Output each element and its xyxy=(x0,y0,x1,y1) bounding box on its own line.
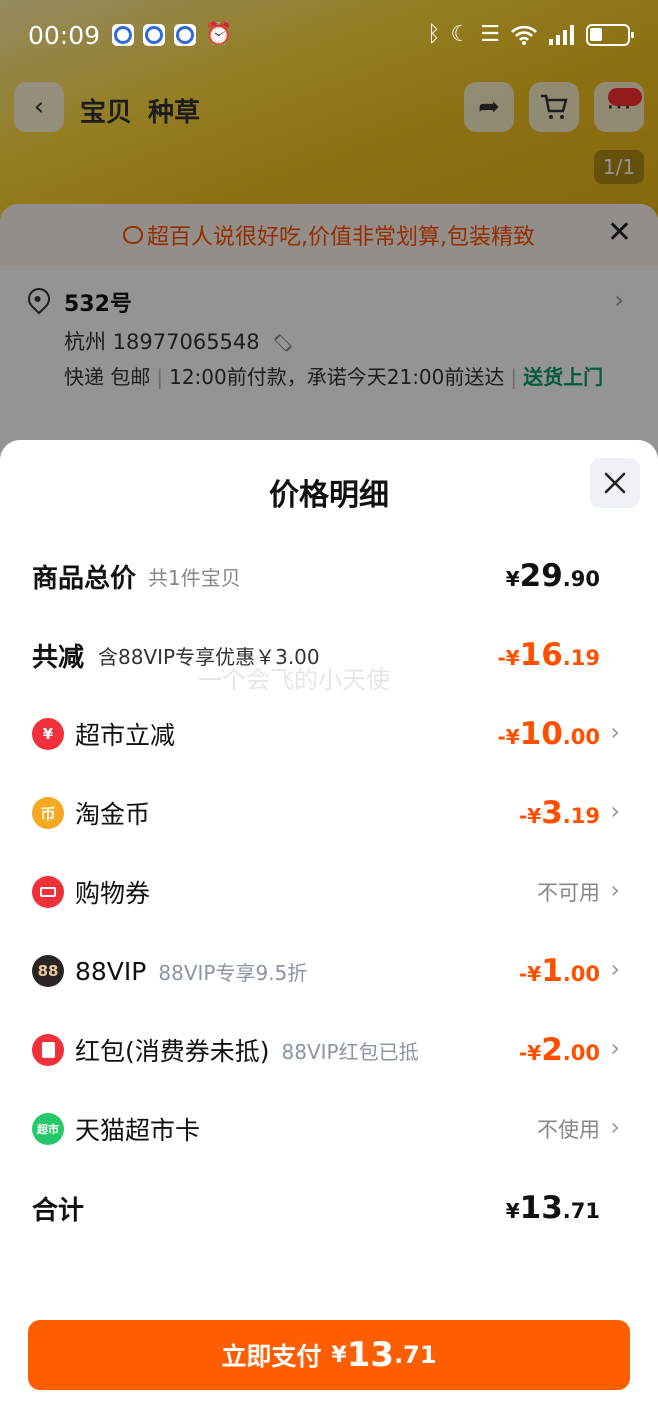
row-label: 超市立减 xyxy=(75,721,176,750)
row-tmall-card[interactable]: 超市 天猫超市卡 不使用 › xyxy=(0,1099,658,1159)
chevron-right-icon: › xyxy=(610,955,620,983)
row-amount: ¥29.90 xyxy=(505,558,600,594)
row-sub: 共1件宝贝 xyxy=(148,565,241,590)
close-icon xyxy=(604,472,626,494)
yuan-discount-icon: ¥ xyxy=(32,718,64,750)
vibrate-icon: ☰ xyxy=(480,22,500,47)
price-detail-sheet: 价格明细 商品总价 共1件宝贝 ¥29.90 共减 含88VIP专享优惠￥3.0… xyxy=(0,440,658,1416)
row-status: 不可用 xyxy=(537,881,600,905)
row-taobao-coins[interactable]: 币 淘金币 -¥ 3.19 › xyxy=(0,783,658,843)
row-amount: -¥ 16.19 xyxy=(497,637,600,673)
pay-currency: ¥ xyxy=(331,1342,347,1368)
row-amount: -¥ 10.00 xyxy=(497,716,600,752)
row-amount: -¥ 1.00 xyxy=(519,953,600,989)
row-label: 共减 xyxy=(32,642,85,673)
chevron-right-icon: › xyxy=(610,797,620,825)
ticket-icon xyxy=(32,876,64,908)
row-amount: ¥13.71 xyxy=(505,1190,600,1226)
row-sub: 含88VIP专享优惠￥3.00 xyxy=(98,644,320,669)
row-status: 不使用 xyxy=(537,1118,600,1142)
row-label: 合计 xyxy=(32,1195,85,1226)
row-amount: -¥ 3.19 xyxy=(519,795,600,831)
chevron-right-icon: › xyxy=(610,718,620,746)
browser-app-icon xyxy=(143,24,166,46)
status-bar: 00:09 ⏰ ᛒ ☾ ☰ xyxy=(0,0,658,70)
row-label: 天猫超市卡 xyxy=(75,1116,201,1145)
chevron-right-icon: › xyxy=(610,1113,620,1141)
chevron-right-icon: › xyxy=(610,876,620,904)
sheet-close-button[interactable] xyxy=(590,458,640,508)
row-label: 红包(消费券未抵) xyxy=(75,1037,270,1066)
row-total-discount: 共减 含88VIP专享优惠￥3.00 -¥ 16.19 xyxy=(0,625,658,685)
wifi-icon xyxy=(511,25,537,45)
taobao-app-icon xyxy=(112,24,135,46)
row-red-packet[interactable]: 红包(消费券未抵) 88VIP红包已抵 -¥ 2.00 › xyxy=(0,1020,658,1080)
row-amount: -¥ 2.00 xyxy=(519,1032,600,1068)
row-sub: 88VIP红包已抵 xyxy=(281,1039,419,1064)
bluetooth-icon: ᛒ xyxy=(427,22,441,47)
row-label: 88VIP xyxy=(75,956,147,986)
battery-icon xyxy=(586,24,634,46)
pay-label: 立即支付 xyxy=(221,1342,322,1371)
row-sum: 合计 ¥13.71 xyxy=(0,1178,658,1238)
pay-amount-dec: .71 xyxy=(394,1341,437,1369)
signal-icon xyxy=(549,25,574,45)
row-sub: 88VIP专享9.5折 xyxy=(158,960,308,985)
sheet-title: 价格明细 xyxy=(269,478,389,513)
clock: 00:09 xyxy=(28,20,101,50)
row-88vip[interactable]: 88 88VIP 88VIP专享9.5折 -¥ 1.00 › xyxy=(0,941,658,1001)
row-label: 商品总价 xyxy=(32,563,137,594)
pay-now-button[interactable]: 立即支付 ¥13.71 xyxy=(28,1320,630,1390)
row-shopping-coupon[interactable]: 购物券 不可用 › xyxy=(0,862,658,922)
row-supermarket-discount[interactable]: ¥ 超市立减 -¥ 10.00 › xyxy=(0,704,658,764)
chevron-right-icon: › xyxy=(610,1034,620,1062)
row-goods-total: 商品总价 共1件宝贝 ¥29.90 xyxy=(0,546,658,606)
row-label: 购物券 xyxy=(75,879,151,908)
tmall-card-icon: 超市 xyxy=(32,1113,64,1145)
alarm-icon: ⏰ xyxy=(205,22,233,47)
pay-amount-int: 13 xyxy=(346,1335,395,1375)
vip88-icon: 88 xyxy=(32,955,64,987)
taobao-app-icon xyxy=(174,24,197,46)
row-label: 淘金币 xyxy=(75,800,151,829)
coin-icon: 币 xyxy=(32,797,64,829)
moon-icon: ☾ xyxy=(450,22,471,47)
red-packet-icon xyxy=(32,1034,64,1066)
